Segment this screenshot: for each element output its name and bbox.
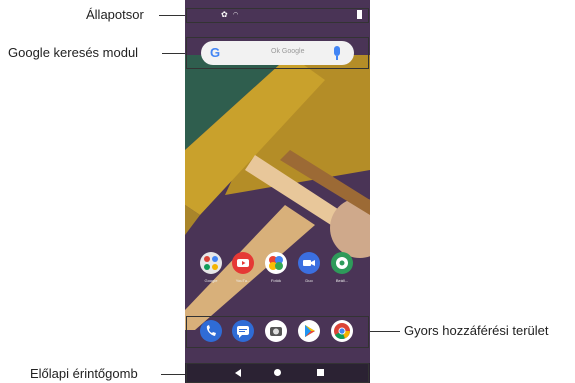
- app-label-photos: Fotók: [270, 278, 281, 283]
- photos-icon: [269, 256, 283, 270]
- search-widget-frame: [186, 37, 369, 69]
- quick-access-frame: [186, 316, 369, 348]
- search-widget-leader: [162, 53, 187, 54]
- status-bar-annotation: Állapotsor: [86, 7, 144, 22]
- app-label-settings: Beáll...: [335, 278, 349, 283]
- app-google-folder[interactable]: [200, 252, 222, 274]
- home-touch-buttons-annotation: Előlapi érintőgomb: [30, 366, 138, 381]
- app-label-youtube: YouTu...: [235, 278, 251, 283]
- app-label-duo: Duo: [305, 278, 313, 283]
- google-folder-icon: [204, 256, 218, 270]
- status-bar-frame: [186, 8, 369, 23]
- search-widget-annotation: Google keresés modul: [8, 45, 139, 60]
- app-label-google: Google: [204, 278, 218, 283]
- app-photos[interactable]: [265, 252, 287, 274]
- quick-access-annotation: Gyors hozzáférési terület: [404, 323, 549, 338]
- home-touch-buttons-leader: [161, 374, 187, 375]
- quick-access-leader: [368, 331, 400, 332]
- settings-icon: [336, 257, 348, 269]
- status-bar-leader: [159, 15, 187, 16]
- app-youtube[interactable]: [232, 252, 254, 274]
- app-settings[interactable]: [331, 252, 353, 274]
- home-touch-buttons-frame: [186, 363, 369, 383]
- youtube-icon: [237, 259, 249, 267]
- app-duo[interactable]: [298, 252, 320, 274]
- duo-icon: [303, 260, 315, 266]
